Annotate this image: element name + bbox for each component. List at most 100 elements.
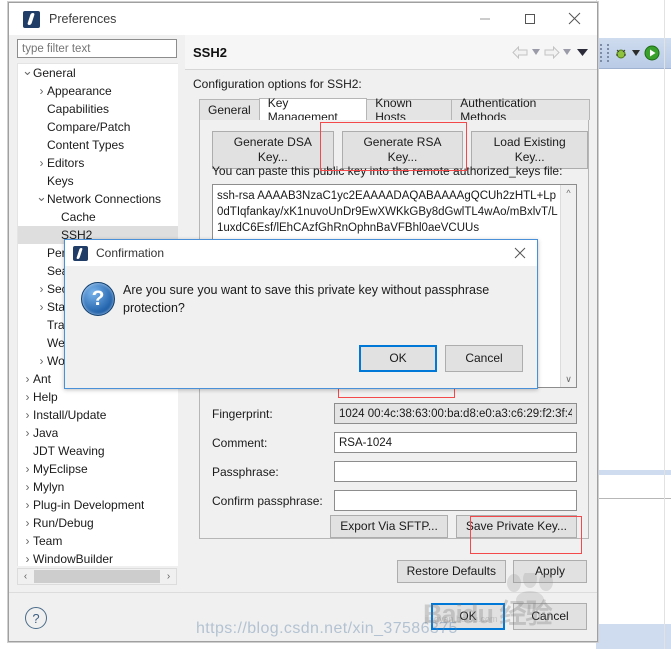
confirmation-message: Are you sure you want to save this priva…: [123, 283, 490, 315]
sidebar-item-install-update[interactable]: › Install/Update: [18, 406, 178, 424]
chevron-right-icon[interactable]: ›: [22, 514, 33, 532]
arrow-left-icon[interactable]: [512, 45, 529, 59]
scrollbar-thumb[interactable]: [34, 570, 160, 583]
sidebar-item-label: Network Connections: [47, 192, 162, 206]
sidebar-item-plug-in-development[interactable]: › Plug-in Development: [18, 496, 178, 514]
tab-general[interactable]: General: [199, 99, 260, 120]
sidebar-item-content-types[interactable]: Content Types: [18, 136, 178, 154]
chevron-down-icon[interactable]: [532, 49, 540, 55]
toolbar-grip-icon: [600, 44, 603, 62]
chevron-up-icon[interactable]: ^: [561, 185, 576, 201]
chevron-right-icon[interactable]: ›: [36, 352, 47, 370]
field-label: Comment:: [212, 435, 268, 450]
chevron-right-icon[interactable]: ›: [36, 280, 47, 298]
field-input-comment[interactable]: [334, 432, 577, 453]
run-icon[interactable]: [644, 45, 660, 61]
sidebar-item-general[interactable]: ⌄ General: [18, 64, 178, 82]
tab-authentication-methods[interactable]: Authentication Methods: [451, 96, 590, 124]
field-label: Passphrase:: [212, 464, 279, 479]
field-input-confirm-passphrase[interactable]: [334, 490, 577, 511]
sidebar-item-windowbuilder[interactable]: › WindowBuilder: [18, 550, 178, 566]
field-input-passphrase[interactable]: [334, 461, 577, 482]
chevron-right-icon[interactable]: ›: [22, 478, 33, 496]
sidebar-item-label: Content Types: [47, 138, 125, 152]
close-icon[interactable]: [503, 240, 537, 266]
paste-note-label: You can paste this public key into the r…: [212, 164, 563, 178]
sidebar-item-network-connections[interactable]: ⌄ Network Connections: [18, 188, 178, 208]
sidebar-item-label: Keys: [47, 174, 74, 188]
chevron-right-icon[interactable]: ›: [22, 388, 33, 406]
chevron-right-icon[interactable]: ›: [22, 406, 33, 424]
sidebar-item-help[interactable]: › Help: [18, 388, 178, 406]
export-buttons: Export Via SFTP... Save Private Key...: [330, 515, 577, 538]
arrow-right-icon[interactable]: [543, 45, 560, 59]
sidebar-item-compare-patch[interactable]: Compare/Patch: [18, 118, 178, 136]
chevron-right-icon[interactable]: ›: [22, 424, 33, 442]
dialog-footer-buttons: OK Cancel: [431, 603, 587, 630]
button-restore-defaults[interactable]: Restore Defaults: [396, 560, 506, 583]
tab-label: General: [208, 103, 251, 117]
chevron-down-icon[interactable]: ⌄: [36, 188, 47, 206]
chevron-down-icon[interactable]: ⌄: [22, 64, 33, 80]
sidebar-item-label: JDT Weaving: [33, 444, 105, 458]
sidebar-item-myeclipse[interactable]: › MyEclipse: [18, 460, 178, 478]
chevron-down-icon[interactable]: ∨: [561, 371, 576, 387]
chevron-right-icon[interactable]: ›: [22, 370, 33, 388]
chevron-right-icon[interactable]: ›: [22, 532, 33, 550]
ok-button[interactable]: OK: [431, 603, 505, 630]
sidebar-item-label: Java: [33, 426, 59, 440]
tab-key-management[interactable]: Key Management: [258, 96, 368, 124]
ssh2-tab-bar[interactable]: General Key Management Known Hosts Authenti…: [199, 96, 590, 124]
sidebar-item-label: WindowBuilder: [33, 552, 114, 566]
help-icon[interactable]: ?: [25, 607, 47, 629]
cancel-button[interactable]: Cancel: [513, 603, 587, 630]
workbench-right-edge: [664, 0, 665, 649]
close-icon[interactable]: [552, 3, 597, 34]
page-title: SSH2: [193, 44, 227, 60]
chevron-right-icon[interactable]: ›: [22, 550, 33, 566]
chevron-right-icon[interactable]: ›: [36, 154, 47, 172]
chevron-right-icon[interactable]: ›: [161, 569, 176, 584]
tree-horizontal-scrollbar[interactable]: ‹ ›: [17, 568, 177, 585]
sidebar-item-cache[interactable]: Cache: [18, 208, 178, 226]
workbench-toolbar: [596, 38, 671, 69]
sidebar-item-editors[interactable]: › Editors: [18, 154, 178, 172]
minimize-icon[interactable]: [462, 3, 507, 34]
page-navigation: [512, 35, 591, 69]
debug-dropdown-icon[interactable]: [632, 50, 640, 56]
sidebar-item-label: Plug-in Development: [33, 498, 145, 512]
field-row-comment: Comment:: [212, 432, 577, 453]
sidebar-item-capabilities[interactable]: Capabilities: [18, 100, 178, 118]
chevron-down-2-icon[interactable]: [563, 49, 571, 55]
page-header: SSH2: [185, 35, 597, 70]
chevron-right-icon[interactable]: ›: [22, 496, 33, 514]
sidebar-item-mylyn[interactable]: › Mylyn: [18, 478, 178, 496]
question-icon: ?: [81, 282, 115, 316]
button-export-via-sftp[interactable]: Export Via SFTP...: [330, 515, 448, 538]
button-apply[interactable]: Apply: [513, 560, 587, 583]
sidebar-item-java[interactable]: › Java: [18, 424, 178, 442]
debug-bug-icon[interactable]: [614, 46, 628, 60]
confirmation-dialog: Confirmation ? Are you sure you want to …: [64, 239, 538, 389]
chevron-left-icon[interactable]: ‹: [18, 569, 33, 584]
status-bar: [596, 624, 671, 649]
tab-known-hosts[interactable]: Known Hosts: [366, 96, 453, 124]
chevron-right-icon[interactable]: ›: [36, 82, 47, 100]
sidebar-item-team[interactable]: › Team: [18, 532, 178, 550]
sidebar-item-run-debug[interactable]: › Run/Debug: [18, 514, 178, 532]
sidebar-item-appearance[interactable]: › Appearance: [18, 82, 178, 100]
confirm-ok-button[interactable]: OK: [359, 345, 437, 372]
sidebar-item-jdt-weaving[interactable]: JDT Weaving: [18, 442, 178, 460]
button-save-private-key[interactable]: Save Private Key...: [455, 515, 577, 538]
chevron-right-icon[interactable]: ›: [36, 298, 47, 316]
public-key-scrollbar[interactable]: ^ ∨: [560, 185, 576, 387]
field-label: Fingerprint:: [212, 406, 273, 421]
maximize-icon[interactable]: [507, 3, 552, 34]
field-input-fingerprint[interactable]: [334, 403, 577, 424]
triangle-down-icon[interactable]: [577, 48, 588, 56]
search-input[interactable]: [17, 39, 177, 58]
chevron-right-icon[interactable]: ›: [22, 460, 33, 478]
confirm-cancel-button[interactable]: Cancel: [445, 345, 523, 372]
